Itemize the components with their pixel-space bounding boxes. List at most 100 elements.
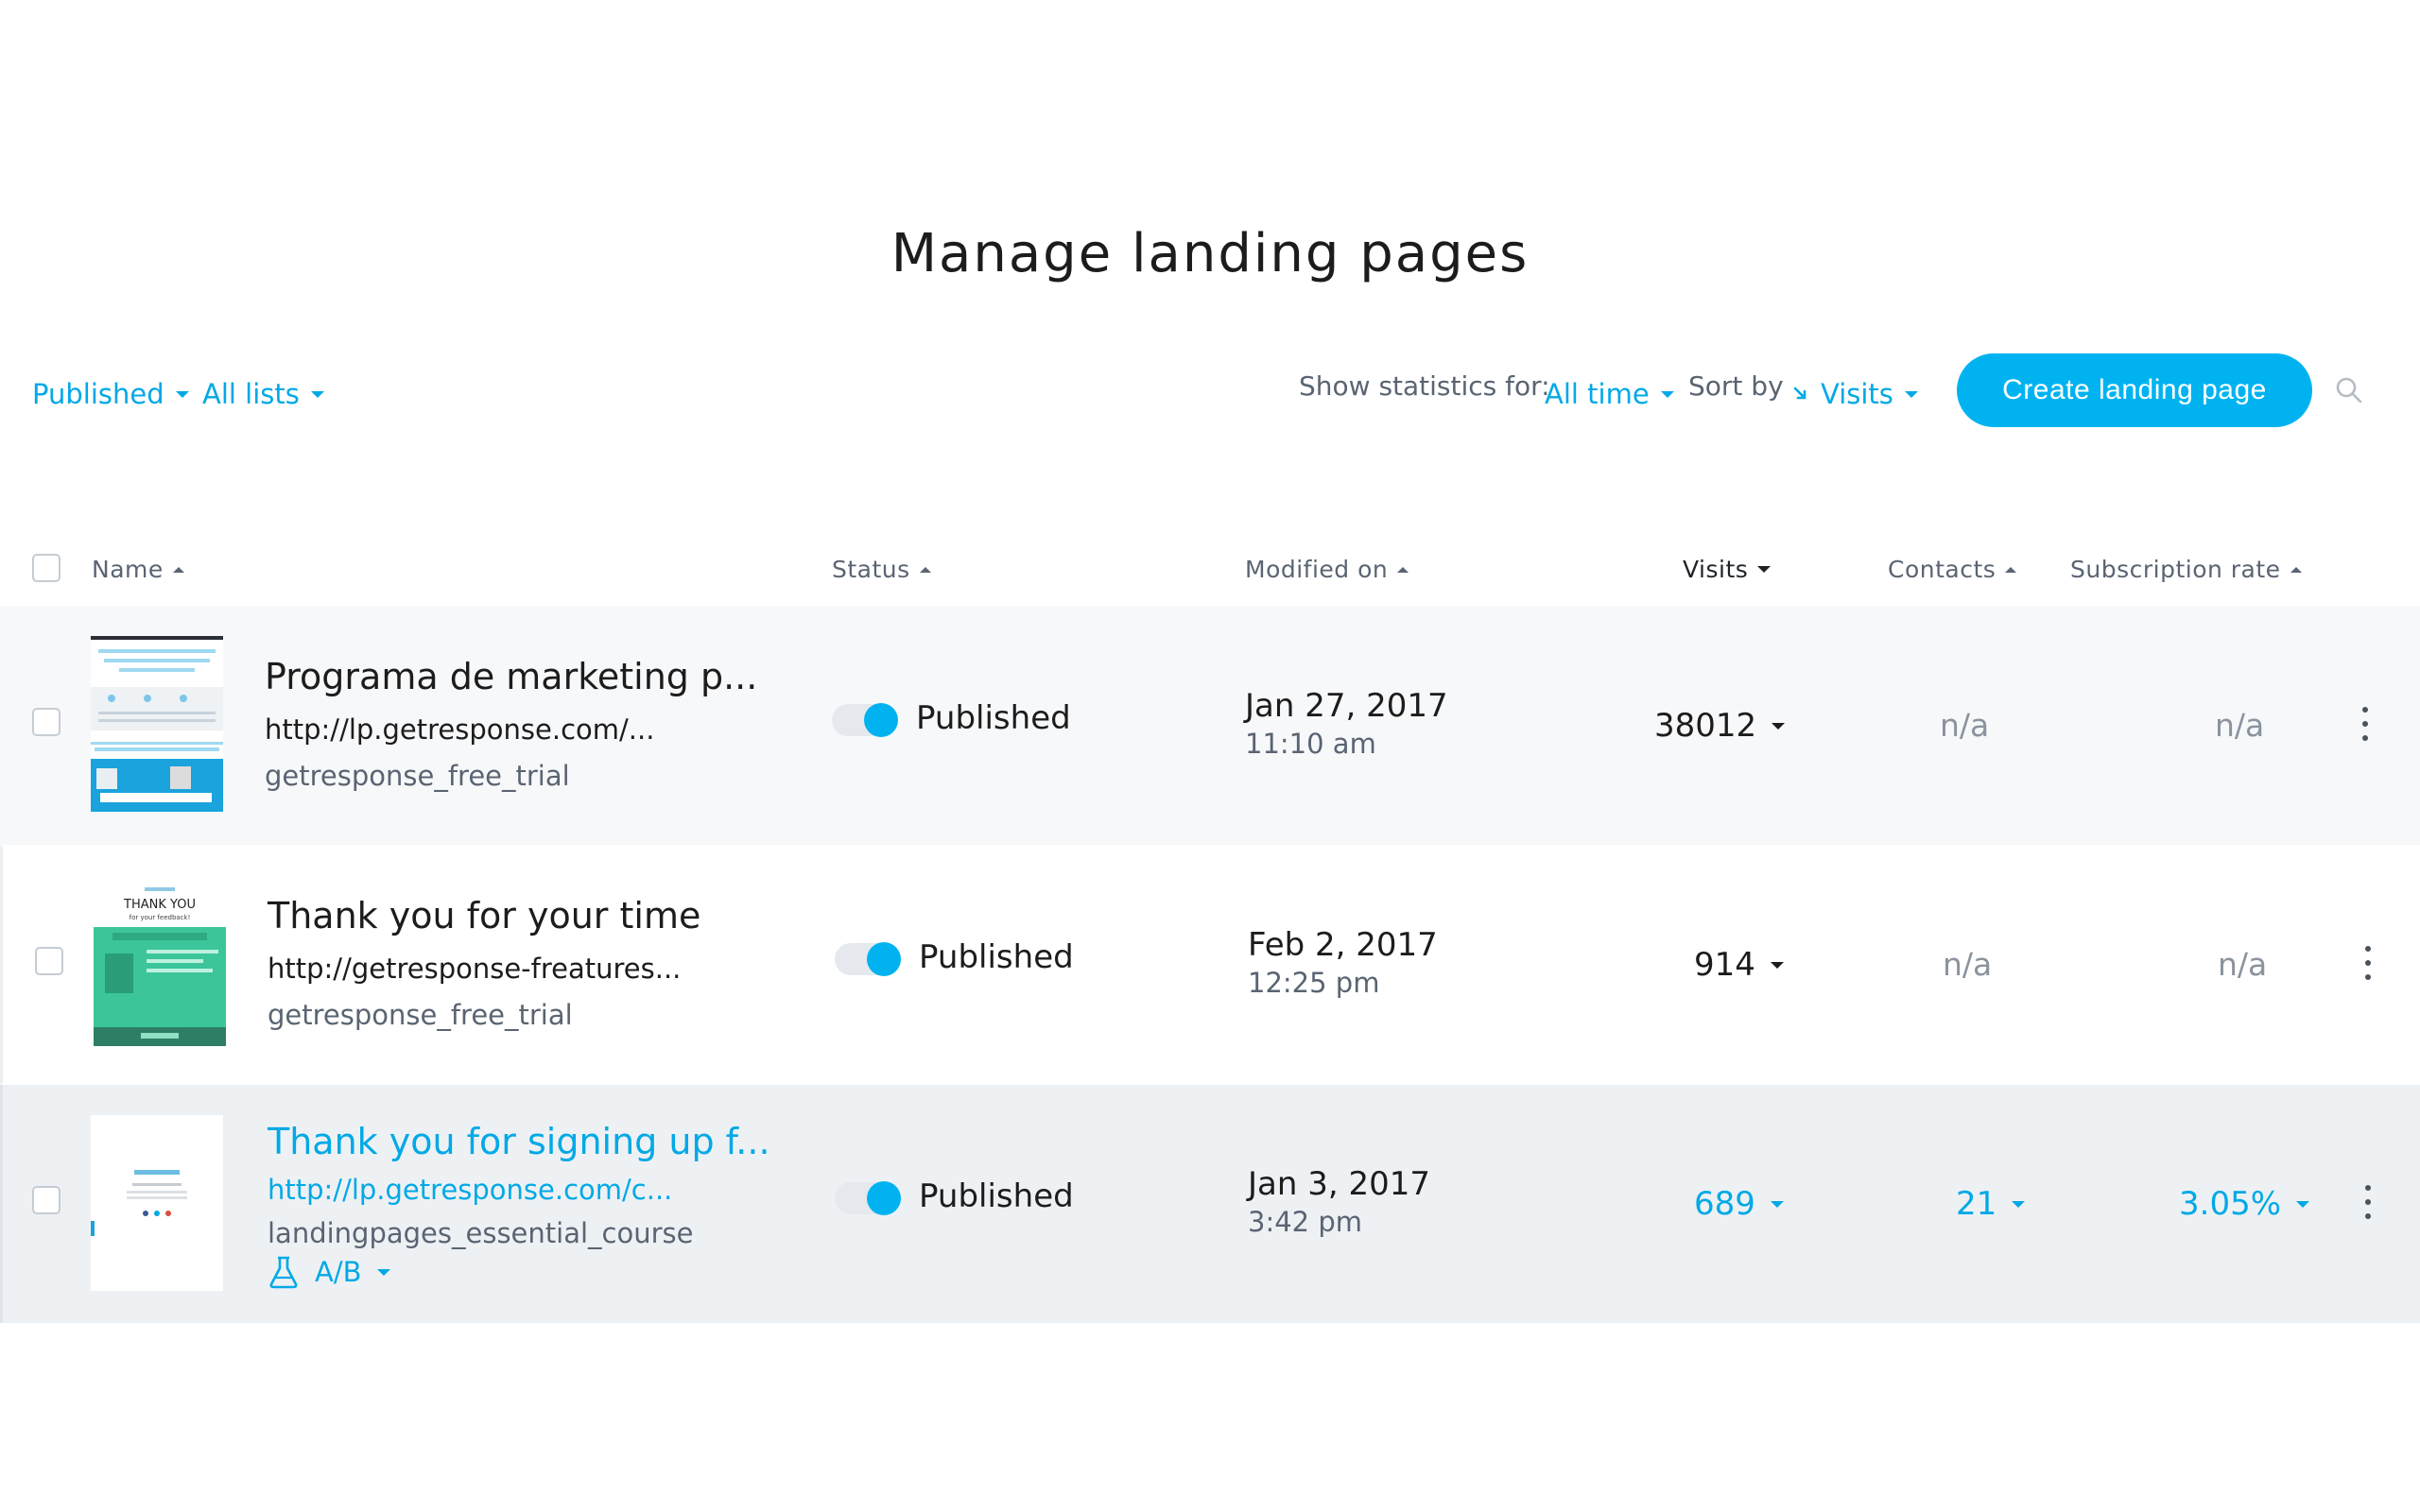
subscription-value: 3.05% [2179,1185,2282,1223]
landing-page-title[interactable]: Thank you for your time [268,895,700,936]
toggle-knob [867,1181,901,1215]
modified-time: 11:10 am [1245,728,1376,760]
chevron-down-icon [1660,390,1674,398]
select-all-checkbox[interactable] [32,554,60,582]
landing-page-url[interactable]: http://lp.getresponse.com/c... [268,1174,672,1206]
column-header-subscription[interactable]: Subscription rate [2070,556,2302,583]
stats-period-dropdown[interactable]: All time [1545,378,1674,410]
chevron-down-icon [1770,961,1784,969]
toggle-knob [864,703,898,737]
visits-dropdown[interactable]: 38012 [1654,707,1786,745]
kebab-icon [2365,1185,2371,1191]
chevron-down-icon [1904,390,1918,398]
sort-dropdown[interactable]: Visits [1792,378,1918,410]
modified-date: Feb 2, 2017 [1248,926,1438,964]
flask-icon [269,1256,298,1289]
publish-toggle[interactable] [832,703,898,737]
toggle-knob [867,942,901,976]
row-checkbox[interactable] [35,947,63,975]
status-filter-dropdown[interactable]: Published [32,378,189,410]
sort-up-icon [172,566,184,573]
toolbar: Published All lists Show statistics for:… [0,352,2420,437]
status-filter-label: Published [32,378,164,410]
landing-page-title[interactable]: Thank you for signing up f... [268,1121,770,1162]
chevron-down-icon [310,390,324,398]
column-header-status[interactable]: Status [832,556,931,583]
create-landing-page-button[interactable]: Create landing page [1957,353,2312,427]
table-header: Name Status Modified on Visits Contacts … [0,539,2420,599]
landing-page-thumbnail[interactable] [91,1115,223,1291]
sort-up-icon [2290,566,2302,573]
table-row[interactable]: Programa de marketing p... http://lp.get… [0,607,2420,845]
contacts-value: 21 [1956,1185,1997,1223]
sort-up-icon [919,566,931,573]
row-checkbox[interactable] [32,708,60,736]
page-title: Manage landing pages [890,223,1530,284]
sort-up-icon [2005,566,2017,573]
landing-page-url[interactable]: http://lp.getresponse.com/... [265,713,654,746]
thumb-heading: THANK YOU [123,898,196,912]
landing-page-thumbnail[interactable]: THANK YOU for your feedback! [94,880,226,1046]
modified-date: Jan 27, 2017 [1245,687,1448,725]
status-text: Published [919,938,1074,976]
sort-label: Sort by [1688,370,1784,402]
kebab-icon [2362,707,2368,713]
search-icon[interactable] [2335,376,2363,404]
visits-value: 689 [1694,1185,1755,1223]
contacts-dropdown[interactable]: 21 [1956,1185,2026,1223]
landing-page-thumbnail[interactable] [91,636,223,812]
landing-page-url[interactable]: http://getresponse-freatures... [268,953,681,985]
chevron-down-icon [1770,1200,1784,1208]
visits-dropdown[interactable]: 914 [1694,946,1784,984]
column-header-contacts[interactable]: Contacts [1888,556,2017,583]
stats-period-value: All time [1545,378,1650,410]
stats-label: Show statistics for: [1299,370,1550,402]
page-preview-image [91,1115,223,1291]
landing-page-list: landingpages_essential_course [268,1217,694,1249]
visits-value: 38012 [1654,707,1757,745]
landing-page-title[interactable]: Programa de marketing p... [265,656,757,697]
row-checkbox[interactable] [32,1186,60,1214]
chevron-down-icon [2296,1200,2310,1208]
lists-filter-dropdown[interactable]: All lists [202,378,324,410]
subscription-dropdown[interactable]: 3.05% [2179,1185,2310,1223]
chevron-down-icon [2012,1200,2026,1208]
sort-descending-icon [1793,387,1806,400]
visits-dropdown[interactable]: 689 [1694,1185,1784,1223]
page-preview-image: THANK YOU for your feedback! [94,880,226,1046]
contacts-value: n/a [1943,946,1993,983]
status-text: Published [916,699,1071,737]
modified-time: 3:42 pm [1248,1206,1362,1238]
row-menu-button[interactable] [2362,946,2374,980]
chevron-down-icon [175,390,189,398]
publish-toggle[interactable] [835,1181,901,1215]
ab-test-dropdown[interactable]: A/B [268,1255,390,1289]
publish-toggle[interactable] [835,942,901,976]
subscription-value: n/a [2215,707,2265,744]
lists-filter-label: All lists [202,378,300,410]
sort-value: Visits [1821,378,1893,410]
landing-page-list: getresponse_free_trial [268,999,573,1031]
modified-time: 12:25 pm [1248,967,1380,999]
column-header-visits[interactable]: Visits [1683,556,1772,583]
landing-page-list: getresponse_free_trial [265,760,570,792]
column-header-modified[interactable]: Modified on [1245,556,1409,583]
table-row[interactable]: Thank you for signing up f... http://lp.… [0,1085,2420,1323]
chevron-down-icon [376,1268,390,1276]
ab-test-label: A/B [315,1256,362,1288]
chevron-down-icon [1772,722,1786,730]
row-menu-button[interactable] [2362,1185,2374,1219]
subscription-value: n/a [2218,946,2268,983]
table-row[interactable]: THANK YOU for your feedback! Thank you f… [0,846,2420,1084]
thumb-subheading: for your feedback! [130,914,191,921]
page-preview-image [91,636,223,812]
sort-up-icon [1397,566,1409,573]
contacts-value: n/a [1940,707,1990,744]
column-header-name[interactable]: Name [92,556,184,583]
row-menu-button[interactable] [2360,707,2371,741]
modified-date: Jan 3, 2017 [1248,1165,1430,1203]
status-text: Published [919,1177,1074,1215]
kebab-icon [2365,946,2371,952]
sort-down-icon [1757,566,1772,573]
visits-value: 914 [1694,946,1755,984]
